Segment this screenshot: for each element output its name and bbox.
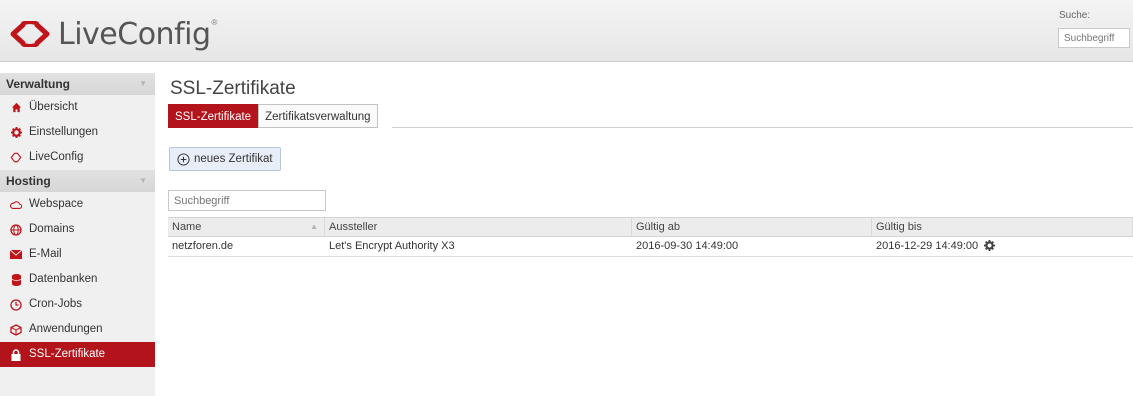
sidebar-item-label: Übersicht xyxy=(29,101,78,113)
sidebar-item-label: Datenbanken xyxy=(29,273,98,285)
sidebar-item-datenbanken[interactable]: Datenbanken xyxy=(0,267,155,292)
plus-circle-icon xyxy=(177,152,190,166)
sidebar-item-domains[interactable]: Domains xyxy=(0,217,155,242)
sidebar-item-email[interactable]: E-Mail xyxy=(0,242,155,267)
sidebar-item-webspace[interactable]: Webspace xyxy=(0,192,155,217)
column-header-name[interactable]: Name ▲ xyxy=(168,218,325,236)
certificates-table: Name ▲ Aussteller Gültig ab Gültig bis n… xyxy=(168,217,1133,257)
cell-gueltig-bis: 2016-12-29 14:49:00 xyxy=(872,237,1133,256)
gear-icon[interactable] xyxy=(984,240,996,251)
new-certificate-label: neues Zertifikat xyxy=(194,153,273,165)
sidebar-item-label: Domains xyxy=(29,223,75,235)
chevron-down-icon: ▼ xyxy=(139,79,147,88)
lock-icon xyxy=(10,348,22,361)
liveconfig-logo-icon xyxy=(10,152,22,164)
sidebar-item-label: Cron-Jobs xyxy=(29,298,83,310)
tab-bar: SSL-Zertifikate Zertifikatsverwaltung xyxy=(168,104,378,128)
sidebar-item-uebersicht[interactable]: Übersicht xyxy=(0,95,155,120)
column-header-label: Name xyxy=(172,221,202,233)
new-certificate-button[interactable]: neues Zertifikat xyxy=(169,147,281,171)
column-header-aussteller[interactable]: Aussteller xyxy=(325,218,632,236)
page-title: SSL-Zertifikate xyxy=(170,78,296,99)
sidebar-item-cron-jobs[interactable]: Cron-Jobs xyxy=(0,292,155,317)
sidebar-item-ssl-zertifikate[interactable]: SSL-Zertifikate xyxy=(0,342,155,367)
globe-icon xyxy=(10,223,22,236)
sidebar-section-hosting[interactable]: Hosting ▼ xyxy=(0,170,155,192)
mail-icon xyxy=(10,249,22,261)
gear-icon xyxy=(10,127,22,139)
sort-ascending-icon: ▲ xyxy=(310,222,318,231)
tab-divider xyxy=(392,127,1133,128)
sidebar-section-verwaltung[interactable]: Verwaltung ▼ xyxy=(0,73,155,95)
cell-name[interactable]: netzforen.de xyxy=(168,237,325,256)
table-header: Name ▲ Aussteller Gültig ab Gültig bis xyxy=(168,217,1133,237)
package-icon xyxy=(10,323,22,336)
sidebar-section-label: Hosting xyxy=(6,174,51,188)
sidebar-section-label: Verwaltung xyxy=(6,77,71,91)
cell-aussteller: Let's Encrypt Authority X3 xyxy=(329,240,455,252)
sidebar-item-label: Anwendungen xyxy=(29,323,103,335)
sidebar-item-label: SSL-Zertifikate xyxy=(29,348,106,360)
cloud-icon xyxy=(10,199,22,211)
global-search-input[interactable] xyxy=(1058,28,1130,48)
column-header-gueltig-ab[interactable]: Gültig ab xyxy=(632,218,872,236)
liveconfig-logo-icon xyxy=(10,21,50,47)
sidebar: Verwaltung ▼ Übersicht Einstellungen Liv… xyxy=(0,73,155,396)
search-label: Suche: xyxy=(1059,10,1091,21)
sidebar-item-liveconfig[interactable]: LiveConfig xyxy=(0,145,155,170)
tab-zertifikatsverwaltung[interactable]: Zertifikatsverwaltung xyxy=(258,104,378,128)
sidebar-item-label: Einstellungen xyxy=(29,126,99,138)
tab-ssl-zertifikate[interactable]: SSL-Zertifikate xyxy=(168,104,259,128)
table-filter-input[interactable] xyxy=(168,190,326,211)
sidebar-item-label: Webspace xyxy=(29,198,84,210)
cell-gueltig-ab: 2016-09-30 14:49:00 xyxy=(636,240,739,252)
cell-gueltig-bis-value: 2016-12-29 14:49:00 xyxy=(876,240,979,252)
app-header: LiveConfig ® Suche: xyxy=(0,0,1133,62)
table-row[interactable]: netzforen.de Let's Encrypt Authority X3 … xyxy=(168,237,1133,257)
sidebar-item-label: LiveConfig xyxy=(29,151,84,163)
logo-text: LiveConfig xyxy=(58,16,211,52)
registered-mark: ® xyxy=(211,17,218,27)
sidebar-item-einstellungen[interactable]: Einstellungen xyxy=(0,120,155,145)
sidebar-item-anwendungen[interactable]: Anwendungen xyxy=(0,317,155,342)
column-header-gueltig-bis[interactable]: Gültig bis xyxy=(872,218,1133,236)
chevron-down-icon: ▼ xyxy=(139,176,147,185)
sidebar-item-label: E-Mail xyxy=(29,248,62,260)
liveconfig-logo[interactable]: LiveConfig ® xyxy=(8,14,217,54)
clock-icon xyxy=(10,298,22,311)
database-icon xyxy=(10,273,22,286)
home-icon xyxy=(10,102,22,114)
